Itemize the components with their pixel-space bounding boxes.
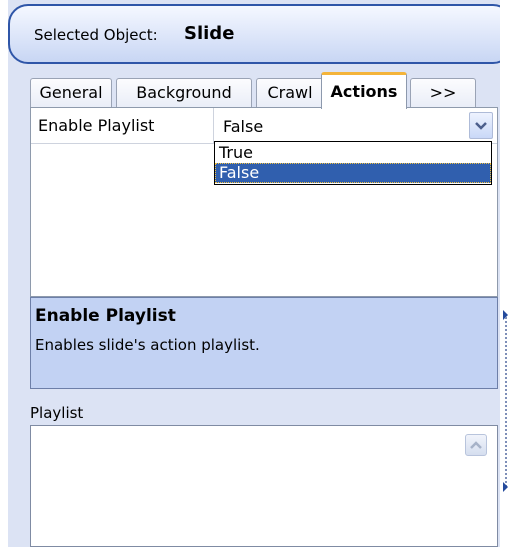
selected-object-value: Slide	[184, 23, 235, 44]
tab-actions[interactable]: Actions	[321, 72, 407, 109]
tab-general-label: General	[39, 83, 103, 102]
tab-more-label: >>	[429, 83, 457, 102]
panel-splitter[interactable]	[500, 297, 510, 497]
scroll-up-arrow-icon	[470, 441, 482, 449]
tab-background-label: Background	[136, 83, 232, 102]
tab-crawl-label: Crawl	[267, 83, 313, 102]
dropdown-option-true[interactable]: True	[215, 143, 491, 163]
help-description: Enables slide's action playlist.	[35, 336, 260, 354]
splitter-grip	[505, 317, 507, 487]
chevron-down-icon	[475, 122, 487, 130]
help-title: Enable Playlist	[35, 306, 176, 326]
property-row-enable-playlist: Enable Playlist False	[31, 108, 497, 144]
property-name: Enable Playlist	[38, 116, 155, 135]
playlist-list[interactable]	[30, 425, 498, 547]
splitter-arrow-icon	[503, 482, 508, 492]
dropdown-option-false[interactable]: False	[215, 163, 491, 183]
tab-actions-label: Actions	[330, 82, 398, 101]
tab-general[interactable]: General	[30, 78, 112, 108]
dropdown-button[interactable]	[469, 112, 493, 139]
enable-playlist-combo[interactable]: False	[216, 111, 494, 140]
playlist-label: Playlist	[30, 404, 84, 422]
property-divider	[213, 108, 214, 143]
property-grid: Enable Playlist False True False	[30, 107, 498, 297]
tab-crawl[interactable]: Crawl	[256, 78, 324, 108]
scroll-up-button[interactable]	[465, 434, 487, 456]
left-window-edge	[0, 0, 8, 547]
enable-playlist-dropdown: True False	[214, 141, 492, 185]
selected-object-label: Selected Object:	[34, 26, 158, 44]
property-help-panel: Enable Playlist Enables slide's action p…	[30, 297, 498, 389]
tab-background[interactable]: Background	[116, 78, 252, 108]
combo-value: False	[223, 117, 264, 136]
tab-more[interactable]: >>	[410, 78, 476, 108]
selected-object-header: Selected Object: Slide	[8, 4, 511, 64]
